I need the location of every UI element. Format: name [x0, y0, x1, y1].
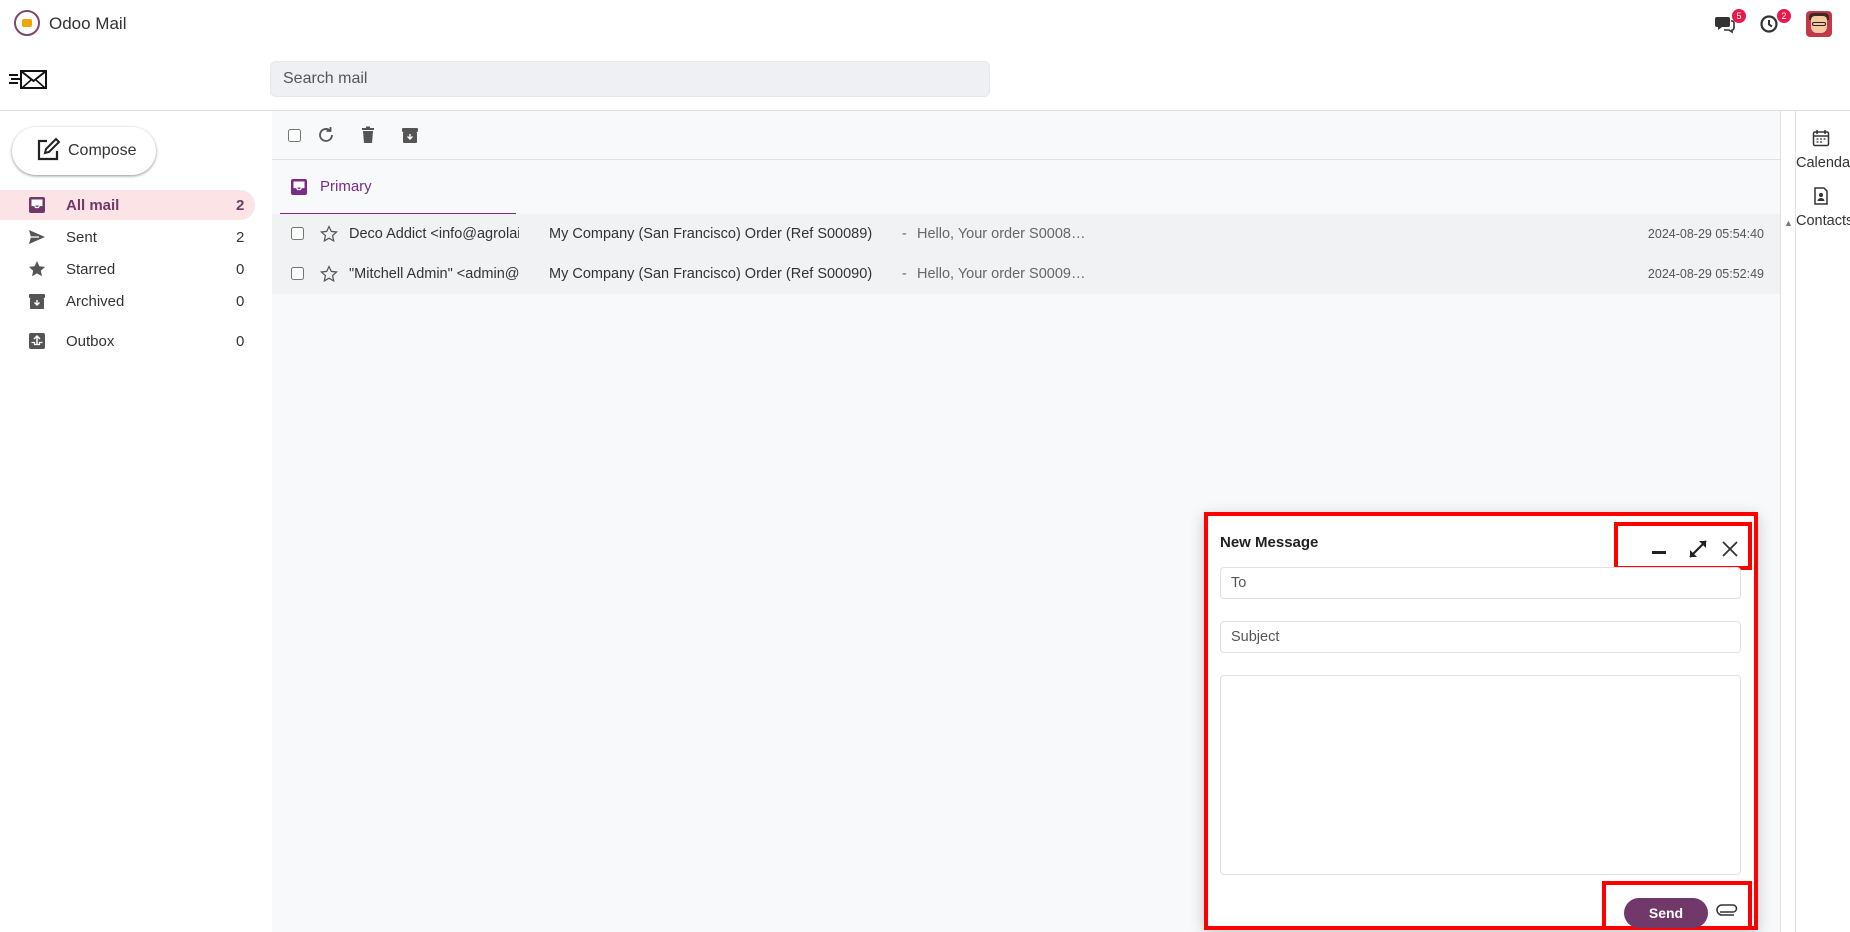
search-input[interactable]	[270, 61, 990, 97]
outbox-icon	[29, 333, 45, 349]
sidebar-item-archived[interactable]: Archived 0	[0, 286, 255, 316]
sidebar-item-sent[interactable]: Sent 2	[0, 222, 255, 252]
activity-count-badge: 2	[1777, 9, 1791, 23]
dialog-title: New Message	[1220, 534, 1319, 551]
app-logo-icon[interactable]	[14, 10, 40, 36]
message-body-textarea[interactable]	[1220, 675, 1741, 875]
sidebar-item-label: Outbox	[66, 333, 115, 350]
send-button[interactable]: Send	[1624, 898, 1708, 928]
star-icon	[29, 261, 45, 277]
message-snippet: Hello, Your order S0009…	[917, 266, 1086, 282]
close-icon[interactable]	[1719, 538, 1741, 560]
archive-icon[interactable]	[400, 125, 420, 145]
fast-mail-logo-icon	[9, 70, 47, 89]
minimize-icon[interactable]	[1648, 538, 1670, 560]
message-sender: Deco Addict <info@agrolait.com>	[349, 226, 519, 242]
message-row[interactable]: "Mitchell Admin" <admin@yourcompany.exam…	[272, 254, 1780, 294]
inbox-icon	[291, 179, 307, 195]
sidebar-item-all-mail[interactable]: All mail 2	[0, 190, 255, 220]
sidebar-item-label: Starred	[66, 261, 116, 278]
to-field[interactable]	[1220, 567, 1741, 599]
sidebar-item-count: 0	[236, 261, 245, 278]
message-snippet: Hello, Your order S0008…	[917, 226, 1086, 242]
message-checkbox[interactable]	[291, 227, 304, 240]
top-bar	[0, 0, 1850, 48]
expand-icon[interactable]	[1687, 538, 1709, 560]
rail-item-calendar[interactable]: Calendar	[1796, 129, 1850, 179]
select-all-checkbox[interactable]	[288, 129, 301, 142]
delete-icon[interactable]	[358, 125, 378, 145]
archive-icon	[29, 294, 45, 309]
message-sender: "Mitchell Admin" <admin@yourcompany.exam…	[349, 266, 519, 282]
activity-button[interactable]: 2	[1758, 9, 1791, 36]
tab-label: Primary	[320, 178, 372, 195]
star-outline-icon[interactable]	[320, 225, 338, 243]
user-avatar[interactable]	[1806, 11, 1832, 37]
message-date: 2024-08-29 05:54:40	[1647, 227, 1764, 241]
sidebar-item-label: Sent	[66, 229, 97, 246]
message-separator: -	[902, 266, 907, 282]
subject-field[interactable]	[1220, 621, 1741, 653]
calendar-icon	[1812, 130, 1830, 147]
rail-item-label: Calendar	[1796, 155, 1850, 171]
sidebar-item-count: 0	[236, 293, 245, 310]
sidebar-item-label: All mail	[66, 197, 120, 214]
compose-button[interactable]: Compose	[12, 127, 156, 175]
paperclip-icon[interactable]	[1716, 899, 1740, 919]
inbox-icon	[29, 197, 45, 213]
sidebar-item-starred[interactable]: Starred 0	[0, 254, 255, 284]
chat-button[interactable]: 5	[1713, 9, 1746, 36]
app-title: Odoo Mail	[49, 14, 127, 33]
message-row[interactable]: Deco Addict <info@agrolait.com> My Compa…	[272, 214, 1780, 254]
send-icon	[29, 230, 45, 244]
mail-toolbar	[272, 111, 1780, 160]
tab-primary[interactable]: Primary	[280, 160, 516, 216]
chat-count-badge: 5	[1732, 9, 1746, 23]
sidebar-item-label: Archived	[66, 293, 125, 310]
message-checkbox[interactable]	[291, 267, 304, 280]
sidebar-item-count: 0	[236, 333, 245, 350]
contacts-icon	[1814, 187, 1828, 205]
refresh-icon[interactable]	[316, 125, 336, 145]
sidebar-item-outbox[interactable]: Outbox 0	[0, 326, 255, 356]
collapse-caret-icon[interactable]: ▲	[1784, 218, 1793, 228]
message-subject: My Company (San Francisco) Order (Ref S0…	[549, 226, 873, 242]
sidebar-item-count: 2	[236, 229, 245, 246]
star-outline-icon[interactable]	[320, 265, 338, 283]
sidebar-item-count: 2	[236, 197, 245, 214]
rail-item-label: Contacts	[1796, 213, 1850, 229]
message-subject: My Company (San Francisco) Order (Ref S0…	[549, 266, 873, 282]
compose-pencil-icon	[37, 137, 61, 161]
message-date: 2024-08-29 05:52:49	[1647, 267, 1764, 281]
rail-item-contacts[interactable]: Contacts	[1796, 187, 1850, 237]
message-separator: -	[902, 226, 907, 242]
